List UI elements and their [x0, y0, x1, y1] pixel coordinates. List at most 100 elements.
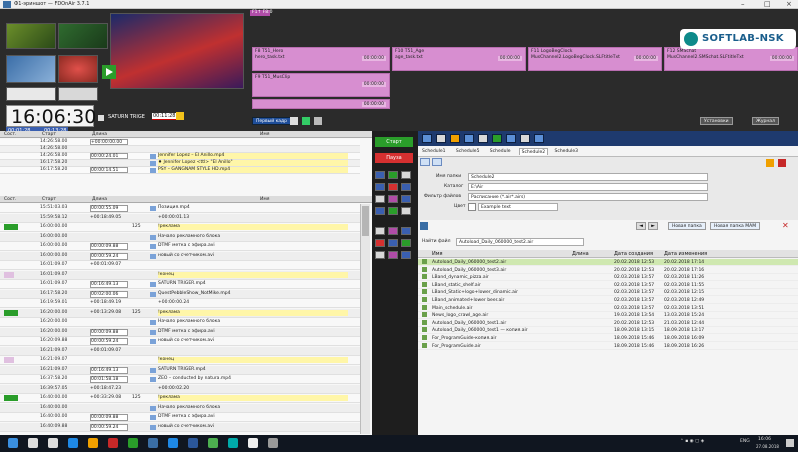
playlist-row[interactable]: 16:00:00.00 00:00:59.24 новый со счетчиком… [0, 251, 360, 261]
tray-lang[interactable]: ENG [740, 439, 750, 444]
col-modified[interactable]: Дата изменения [664, 251, 707, 257]
control-button-icon[interactable] [401, 227, 411, 235]
control-button-icon[interactable] [401, 183, 411, 191]
lane-timecode[interactable]: 00:00:00 [497, 56, 522, 61]
app-icon[interactable] [108, 438, 118, 448]
playlist-row[interactable]: 16:21:09.07 !конец [0, 356, 360, 365]
file-tool-icon[interactable] [422, 134, 432, 143]
lane-hero[interactable]: F8 T51_Hero hero_task.txt 00:00:00 [252, 47, 390, 71]
schedule-tab[interactable]: Schedule [488, 148, 513, 155]
playlist-row[interactable]: 16:21:09.07 00:16:49.13 SATURN TRIGER.mp4 [0, 365, 360, 375]
playlist-row[interactable]: 16:00:00.00 00:00:09.88 DTMF метка с эфира… [0, 242, 360, 251]
playlist-row[interactable]: 16:20:09.88 00:00:59.24 новый со счетчиком… [0, 337, 360, 346]
lane-row3[interactable]: 00:00:00 [252, 99, 390, 109]
playlist-row[interactable]: 16:40:09.88 00:00:59.24 новый со счетчиком… [0, 422, 360, 432]
control-button-icon[interactable] [401, 207, 411, 215]
col-state[interactable]: Сост. [4, 132, 16, 137]
windows-start-icon[interactable] [8, 438, 18, 448]
control-button-icon[interactable] [375, 207, 385, 215]
first-frame-button[interactable]: Первый кадр [252, 117, 292, 125]
control-button-icon[interactable] [388, 195, 398, 203]
playlist-row[interactable]: 16:40:00.00 00:00:09.88 DTMF метка с эфира… [0, 413, 360, 422]
control-button-icon[interactable] [401, 239, 411, 247]
col-name[interactable]: Имя [260, 132, 269, 137]
tray-time[interactable]: 16:06 [758, 437, 771, 442]
new-folder-button[interactable]: Новая папка [668, 222, 706, 230]
scroll-thumb[interactable] [362, 206, 369, 236]
file-tool-icon[interactable] [436, 134, 446, 143]
lane-timecode[interactable]: 00:00:00 [769, 56, 794, 61]
playlist-row[interactable]: 16:19:59.01 +00:18:49.19 +00:00:00.24 [0, 299, 360, 308]
app-icon[interactable] [228, 438, 238, 448]
control-button-icon[interactable] [388, 251, 398, 259]
control-button-icon[interactable] [401, 251, 411, 259]
playlist-row[interactable]: 15:51:03.03 00:00:55.09 Позиция.mp4 [0, 204, 360, 213]
file-row[interactable]: For_ProgramGuide-копия.air 18.09.2018 15:… [418, 335, 798, 342]
playlist-row[interactable]: 16:21:09.07 +00:01:09.07 [0, 346, 360, 356]
control-button-icon[interactable] [388, 207, 398, 215]
program-monitor[interactable] [110, 13, 244, 89]
file-tool-icon[interactable] [492, 134, 502, 143]
schedule-tab[interactable]: Schedule5 [454, 148, 482, 155]
lane-timecode[interactable]: 00:00:00 [361, 56, 386, 61]
maximize-button[interactable]: □ [764, 0, 771, 8]
app-icon[interactable] [268, 438, 278, 448]
app-icon[interactable] [248, 438, 258, 448]
file-row[interactable]: Main_schedule.air 02.03.2018 13:57 02.03.2… [418, 304, 798, 312]
catalog-input[interactable]: E:\Air [468, 183, 708, 191]
file-row[interactable]: Autoload_Daily_060000_test2.air 20.02.201… [418, 259, 798, 266]
control-button-icon[interactable] [375, 227, 385, 235]
file-row[interactable]: Autoload_Daily_060000_test3.air 20.02.201… [418, 266, 798, 274]
playlist-row[interactable]: 16:01:09.07 +00:01:09.07 [0, 261, 360, 270]
control-button-icon[interactable] [388, 239, 398, 247]
task-view-icon[interactable] [48, 438, 58, 448]
file-row[interactable]: LBand_dynamic_pizza.air 02.03.2018 13:57 0… [418, 274, 798, 282]
col-start[interactable]: Старт [42, 132, 56, 137]
col-file-length[interactable]: Длина [572, 251, 589, 257]
playlist-scrollbar[interactable] [360, 204, 370, 434]
file-tool-icon[interactable] [534, 134, 544, 143]
playlist-row[interactable]: 16:40:00.00 Начало рекламного блока [0, 403, 360, 413]
start-button[interactable]: Старт [375, 137, 413, 147]
playlist-row[interactable]: 16:20:00.00 00:00:09.88 DTMF метка с эфира… [0, 327, 360, 337]
new-folder-mam-button[interactable]: Новая папка МАМ [710, 222, 761, 230]
toolbar-icon-1[interactable] [290, 117, 298, 125]
file-row[interactable]: LBand_static_shelf.air 02.03.2018 13:57 02… [418, 281, 798, 289]
control-button-icon[interactable] [388, 171, 398, 179]
lane-timecode[interactable]: 00:00:00 [361, 102, 386, 107]
browser-icon[interactable] [68, 438, 78, 448]
find-input[interactable]: Autoload_Daily_060000_test2.air [456, 238, 584, 246]
file-tool-icon[interactable] [478, 134, 488, 143]
file-row[interactable]: For_ProgramGuide.air 18.09.2018 15:46 18.0… [418, 342, 798, 350]
lane-timecode[interactable]: 00:00:00 [361, 82, 386, 87]
lane-logo-clock[interactable]: F11 LogoBegClock MusChannel2.LogoBegCloc… [528, 47, 662, 71]
control-button-icon[interactable] [375, 183, 385, 191]
lane-sms-chat[interactable]: F12 SMSchat MusChannel2.SMSchat.SLFtitle… [664, 47, 798, 71]
file-row[interactable]: LBand_animated+lower beer.air 02.03.2018 … [418, 297, 798, 304]
pause-button[interactable]: Пауза [375, 153, 413, 163]
file-row[interactable]: Autoload_Daily_060000_test1.air 20.02.201… [418, 319, 798, 327]
notifications-icon[interactable] [786, 439, 794, 447]
preview-thumb-1[interactable] [6, 23, 56, 49]
playlist-row[interactable]: 16:40:00.00 +00:33:29.08 125 !реклама [0, 394, 360, 403]
app-icon[interactable] [148, 438, 158, 448]
playlist-row[interactable]: 16:01:09.07 !конец [0, 270, 360, 280]
playlist-row[interactable]: 16:20:00.00 +00:13:29.08 125 !реклама [0, 308, 360, 318]
col-length[interactable]: Длина [92, 197, 107, 202]
next-arrow-icon[interactable]: ► [648, 222, 658, 230]
delete-icon[interactable] [778, 159, 786, 167]
excel-icon[interactable] [208, 438, 218, 448]
col-start[interactable]: Старт [42, 197, 56, 202]
file-row[interactable]: LBand_Static+logo+lower_dinamic.air 02.03… [418, 289, 798, 297]
playlist-row[interactable]: 14:26:58.00 00:00:24.01 Jennifer Lopez – E… [0, 153, 360, 160]
close-button[interactable]: × [786, 0, 792, 8]
playlist-row[interactable]: 16:39:57.05 +00:18:47.23 +00:00:02.20 [0, 384, 360, 394]
file-tool-icon[interactable] [464, 134, 474, 143]
preview-thumb-2[interactable] [58, 23, 108, 49]
file-row[interactable]: Autoload_Daily_060000_test1 — копия.air 1… [418, 327, 798, 335]
toolbar-icon-3[interactable] [314, 117, 322, 125]
playlist-row[interactable]: 16:37:58.20 00:01:58.18 ZEO – conducted by… [0, 375, 360, 384]
playlist-row[interactable]: 16:17:58.20 00:00:14.51 PSY – GANGNAM STYL… [0, 167, 360, 174]
chrome-icon[interactable] [128, 438, 138, 448]
folder-icon-2[interactable] [432, 158, 442, 166]
